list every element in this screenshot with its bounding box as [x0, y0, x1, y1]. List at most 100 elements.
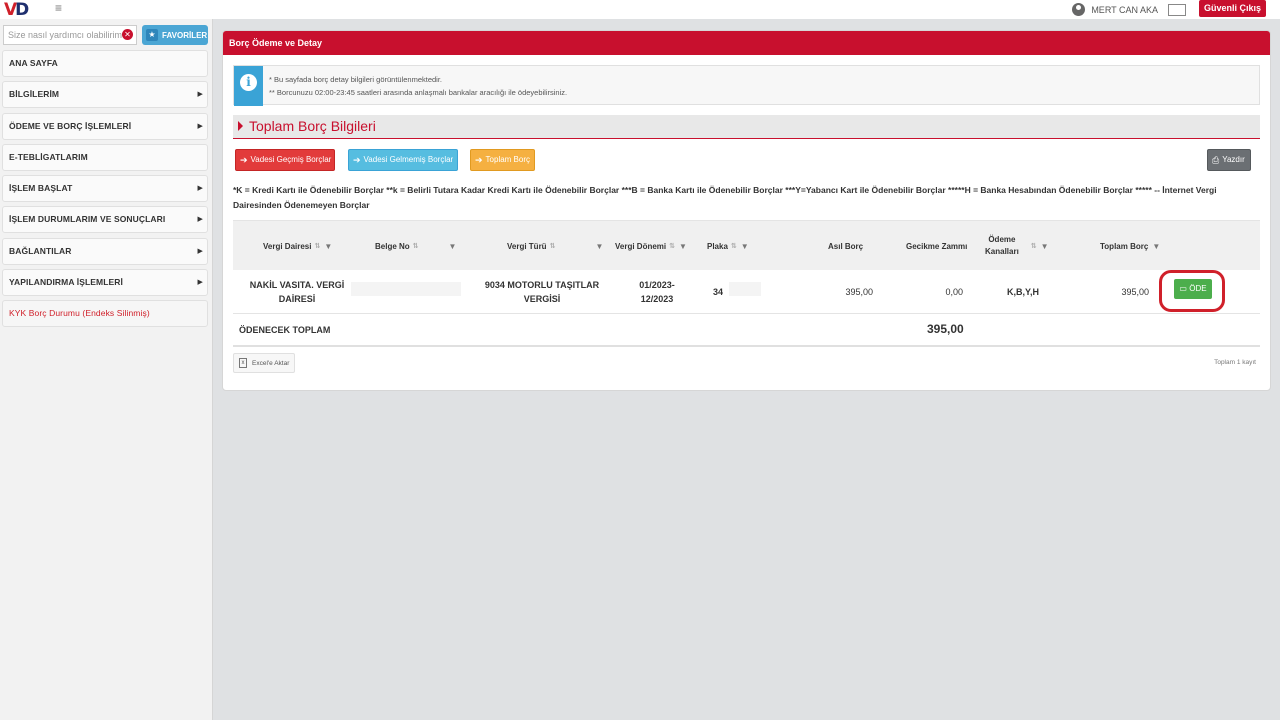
- sidebar: Size nasıl yardımcı olabilirim? ✕ ★ FAVO…: [0, 19, 213, 720]
- filter-icon[interactable]: ▼: [741, 242, 749, 251]
- favorites-button[interactable]: ★ FAVORİLER: [142, 25, 208, 45]
- info-line-2: ** Borcunuzu 02:00-23:45 saatleri arasın…: [269, 88, 568, 97]
- favorites-label: FAVORİLER: [162, 30, 208, 40]
- sidebar-item-label: ANA SAYFA: [9, 58, 58, 68]
- user-icon: [1072, 3, 1086, 16]
- arrow-right-icon: ➔: [353, 155, 361, 165]
- export-excel-label: Excel'e Aktar: [252, 359, 290, 367]
- site-logo[interactable]: V D: [4, 0, 30, 20]
- cell-line: 01/2023-: [639, 280, 675, 290]
- search-input[interactable]: Size nasıl yardımcı olabilirim?: [3, 25, 137, 45]
- filter-icon[interactable]: ▼: [679, 242, 687, 251]
- cell-principal: 395,00: [845, 287, 873, 297]
- sidebar-item-e-notifications[interactable]: E-TEBLİGATLARIM: [2, 143, 208, 171]
- credit-card-icon: ▭: [1179, 284, 1187, 293]
- col-principal[interactable]: Asıl Borç: [828, 221, 863, 271]
- caret-right-icon: [238, 121, 243, 131]
- search-row: Size nasıl yardımcı olabilirim? ✕ ★ FAVO…: [0, 25, 213, 45]
- pay-button[interactable]: ▭ ÖDE: [1174, 279, 1212, 299]
- not-due-debts-button[interactable]: ➔ Vadesi Gelmemiş Borçlar: [348, 149, 458, 171]
- col-plate[interactable]: Plaka ⇅ ▼: [707, 221, 749, 271]
- caret-right-icon: ▶: [197, 216, 203, 224]
- info-text: * Bu sayfada borç detay bilgileri görünt…: [269, 73, 567, 99]
- col-tax-type[interactable]: Vergi Türü ⇅ ▼: [507, 221, 603, 271]
- debt-detail-panel: Borç Ödeme ve Detay i * Bu sayfada borç …: [222, 30, 1271, 391]
- total-row: ÖDENECEK TOPLAM 395,00: [233, 315, 1260, 347]
- sidebar-item-start-process[interactable]: İŞLEM BAŞLAT ▶: [2, 175, 208, 203]
- info-icon-bg: i: [234, 66, 263, 106]
- caret-right-icon: ▶: [197, 91, 203, 99]
- clear-search-icon[interactable]: ✕: [122, 29, 133, 40]
- col-label: Plaka: [707, 241, 728, 251]
- col-late-fee[interactable]: Gecikme Zammı: [906, 221, 967, 271]
- col-tax-office[interactable]: Vergi Dairesi ⇅ ▼: [263, 221, 332, 271]
- sidebar-item-label: BAĞLANTILAR: [9, 245, 72, 256]
- arrow-right-icon: ➔: [240, 155, 248, 165]
- record-count: Toplam 1 kayıt: [1214, 359, 1256, 366]
- logo-letter-d: D: [15, 0, 30, 20]
- col-channels[interactable]: Ödeme Kanalları ⇅ ▼: [985, 221, 1049, 271]
- profile-picture-icon[interactable]: [1168, 3, 1186, 16]
- table-row: NAKİL VASITA. VERGİ DAİRESİ 9034 MOTORLU…: [233, 270, 1260, 314]
- table-header: Vergi Dairesi ⇅ ▼ Belge No ⇅ ▼ Vergi Türü ⇅ ▼ …: [233, 220, 1260, 270]
- sort-icon[interactable]: ⇅: [550, 242, 556, 250]
- sidebar-item-links[interactable]: BAĞLANTILAR ▶: [2, 237, 208, 265]
- sort-icon[interactable]: ⇅: [314, 242, 320, 250]
- col-label: Toplam Borç: [1100, 241, 1149, 251]
- cell-tax-type: 9034 MOTORLU TAŞITLAR VERGİSİ: [477, 278, 607, 306]
- print-button[interactable]: ⎙ Yazdır: [1207, 149, 1251, 171]
- excel-icon: x: [239, 358, 247, 368]
- col-doc-no[interactable]: Belge No ⇅ ▼: [375, 221, 456, 271]
- filter-icon[interactable]: ▼: [1152, 242, 1160, 251]
- col-total-debt[interactable]: Toplam Borç ▼: [1100, 221, 1160, 271]
- sidebar-item-restructuring[interactable]: YAPILANDIRMA İŞLEMLERİ ▶: [2, 269, 208, 297]
- cell-channels: K,B,Y,H: [1006, 287, 1039, 297]
- info-notice: i * Bu sayfada borç detay bilgileri görü…: [233, 65, 1260, 106]
- col-label-line-1: Ödeme: [988, 235, 1016, 244]
- col-tax-period[interactable]: Vergi Dönemi ⇅ ▼: [615, 221, 687, 271]
- payment-channel-legend: *K = Kredi Kartı ile Ödenebilir Borçlar …: [233, 185, 1217, 210]
- sidebar-item-label: YAPILANDIRMA İŞLEMLERİ: [9, 277, 123, 288]
- cell-tax-period: 01/2023- 12/2023: [617, 278, 697, 306]
- overdue-debts-label: Vadesi Geçmiş Borçlar: [250, 155, 332, 164]
- total-label: ÖDENECEK TOPLAM: [239, 325, 331, 335]
- col-label: Vergi Dairesi: [263, 241, 312, 251]
- overdue-debts-button[interactable]: ➔ Vadesi Geçmiş Borçlar: [235, 149, 335, 171]
- col-label: Belge No: [375, 241, 410, 251]
- filter-icon[interactable]: ▼: [1041, 242, 1049, 251]
- hamburger-icon[interactable]: ≡: [55, 2, 67, 14]
- sidebar-item-label: BİLGİLERİM: [9, 89, 60, 100]
- sort-icon[interactable]: ⇅: [1031, 242, 1037, 250]
- sidebar-nav: ANA SAYFA BİLGİLERİM ▶ ÖDEME VE BORÇ İŞLE…: [2, 50, 208, 332]
- logout-button[interactable]: Güvenli Çıkış: [1198, 0, 1266, 17]
- filter-icon[interactable]: ▼: [324, 242, 332, 251]
- sidebar-item-payment-debt[interactable]: ÖDEME VE BORÇ İŞLEMLERİ ▶: [2, 112, 208, 140]
- user-info[interactable]: MERT CAN AKA: [1072, 0, 1186, 19]
- cell-tax-office: NAKİL VASITA. VERGİ DAİRESİ: [243, 278, 351, 306]
- filter-icon[interactable]: ▼: [449, 242, 457, 251]
- star-icon: ★: [146, 29, 158, 41]
- section-title: Toplam Borç Bilgileri: [249, 118, 376, 134]
- sidebar-item-process-status[interactable]: İŞLEM DURUMLARIM VE SONUÇLARI ▶: [2, 206, 208, 234]
- sidebar-item-label: İŞLEM DURUMLARIM VE SONUÇLARI: [9, 214, 166, 225]
- caret-right-icon: ▶: [197, 122, 203, 130]
- sort-icon[interactable]: ⇅: [413, 242, 419, 250]
- filter-icon[interactable]: ▼: [595, 242, 603, 251]
- pay-label: ÖDE: [1189, 284, 1207, 293]
- sidebar-item-kyk-debt[interactable]: KYK Borç Durumu (Endeks Silinmiş): [2, 300, 208, 328]
- col-label: Asıl Borç: [828, 241, 864, 251]
- total-debt-button[interactable]: ➔ Toplam Borç: [470, 149, 535, 171]
- sidebar-item-label: ÖDEME VE BORÇ İŞLEMLERİ: [9, 120, 132, 131]
- sort-icon[interactable]: ⇅: [731, 242, 737, 250]
- section-header: Toplam Borç Bilgileri: [233, 115, 1260, 139]
- export-excel-button[interactable]: x Excel'e Aktar: [233, 353, 295, 373]
- total-debt-label: Toplam Borç: [485, 155, 531, 164]
- cell-line: DAİRESİ: [278, 294, 316, 304]
- sidebar-item-my-info[interactable]: BİLGİLERİM ▶: [2, 81, 208, 109]
- cell-line: 12/2023: [640, 294, 674, 304]
- caret-right-icon: ▶: [197, 247, 203, 255]
- sort-icon[interactable]: ⇅: [669, 242, 675, 250]
- user-name: MERT CAN AKA: [1091, 4, 1158, 15]
- top-bar: V D ≡ MERT CAN AKA Güvenli Çıkış: [0, 0, 1280, 20]
- sidebar-item-home[interactable]: ANA SAYFA: [2, 50, 208, 77]
